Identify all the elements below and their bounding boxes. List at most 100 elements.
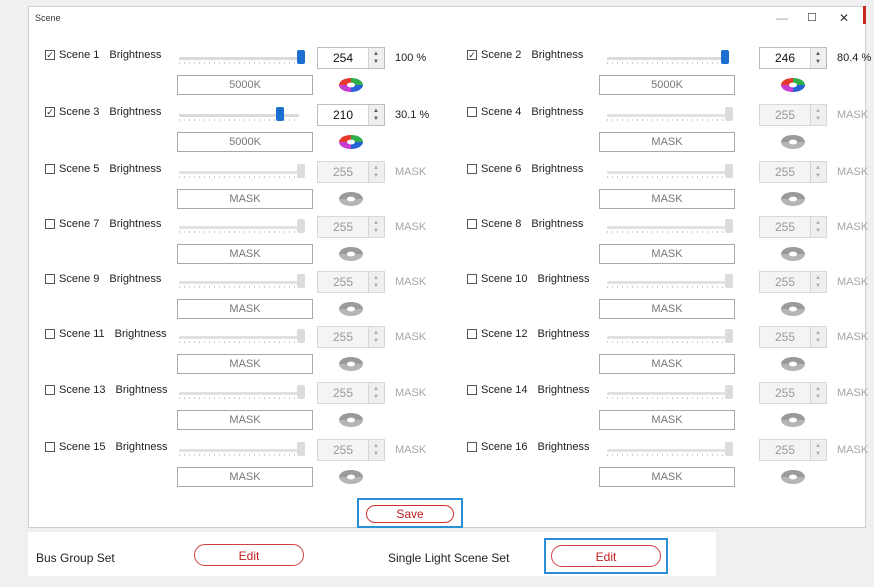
- scene-5-value-spinbox[interactable]: 255 ▲ ▼: [317, 161, 385, 183]
- slider-thumb[interactable]: [725, 164, 733, 178]
- slider-thumb[interactable]: [725, 274, 733, 288]
- scene-6-brightness-slider[interactable]: [607, 161, 733, 181]
- bus-group-edit-button[interactable]: Edit: [194, 544, 304, 566]
- spin-down-icon[interactable]: ▼: [373, 283, 379, 289]
- scene-4-brightness-slider[interactable]: [607, 104, 733, 124]
- spin-up-icon[interactable]: ▲: [373, 443, 379, 449]
- spinbox-value[interactable]: 255: [760, 443, 810, 457]
- scene-8-value-spinbox[interactable]: 255 ▲ ▼: [759, 216, 827, 238]
- scene-3-brightness-slider[interactable]: [179, 104, 305, 124]
- slider-thumb[interactable]: [725, 385, 733, 399]
- scene-12-brightness-slider[interactable]: [607, 326, 733, 346]
- scene-7-brightness-slider[interactable]: [179, 216, 305, 236]
- scene-5-brightness-slider[interactable]: [179, 161, 305, 181]
- checkbox-box[interactable]: [467, 385, 477, 395]
- spin-down-icon[interactable]: ▼: [815, 228, 821, 234]
- scene-7-color-temp[interactable]: MASK: [177, 244, 313, 264]
- slider-thumb[interactable]: [297, 50, 305, 64]
- spin-up-icon[interactable]: ▲: [373, 275, 379, 281]
- scene-11-checkbox[interactable]: Scene 11 Brightness: [45, 328, 167, 340]
- scene-14-color-temp[interactable]: MASK: [599, 410, 735, 430]
- slider-thumb[interactable]: [721, 50, 729, 64]
- scene-2-checkbox[interactable]: Scene 2 Brightness: [467, 49, 583, 61]
- save-button[interactable]: Save: [366, 505, 454, 523]
- checkbox-box[interactable]: [45, 442, 55, 452]
- scene-1-checkbox[interactable]: Scene 1 Brightness: [45, 49, 161, 61]
- scene-11-value-spinbox[interactable]: 255 ▲ ▼: [317, 326, 385, 348]
- scene-13-brightness-slider[interactable]: [179, 382, 305, 402]
- scene-8-color-temp[interactable]: MASK: [599, 244, 735, 264]
- spinbox-arrows[interactable]: ▲ ▼: [810, 162, 826, 182]
- scene-15-checkbox[interactable]: Scene 15 Brightness: [45, 441, 167, 453]
- slider-thumb[interactable]: [725, 107, 733, 121]
- scene-5-color-temp[interactable]: MASK: [177, 189, 313, 209]
- checkbox-box[interactable]: [45, 385, 55, 395]
- scene-10-checkbox[interactable]: Scene 10 Brightness: [467, 273, 589, 285]
- spin-down-icon[interactable]: ▼: [373, 59, 379, 65]
- slider-thumb[interactable]: [725, 442, 733, 456]
- slider-thumb[interactable]: [297, 329, 305, 343]
- spin-up-icon[interactable]: ▲: [373, 386, 379, 392]
- scene-2-color-temp[interactable]: 5000K: [599, 75, 735, 95]
- scene-2-brightness-slider[interactable]: [607, 47, 733, 67]
- spinbox-value[interactable]: 255: [760, 108, 810, 122]
- scene-16-value-spinbox[interactable]: 255 ▲ ▼: [759, 439, 827, 461]
- scene-15-brightness-slider[interactable]: [179, 439, 305, 459]
- spin-up-icon[interactable]: ▲: [815, 330, 821, 336]
- spinbox-arrows[interactable]: ▲ ▼: [810, 440, 826, 460]
- spinbox-arrows[interactable]: ▲ ▼: [368, 272, 384, 292]
- spin-down-icon[interactable]: ▼: [373, 173, 379, 179]
- spinbox-arrows[interactable]: ▲ ▼: [368, 162, 384, 182]
- spinbox-value[interactable]: 254: [318, 51, 368, 65]
- scene-3-value-spinbox[interactable]: 210 ▲ ▼: [317, 104, 385, 126]
- spinbox-value[interactable]: 255: [318, 220, 368, 234]
- scene-9-checkbox[interactable]: Scene 9 Brightness: [45, 273, 161, 285]
- spin-up-icon[interactable]: ▲: [815, 51, 821, 57]
- spinbox-arrows[interactable]: ▲ ▼: [810, 327, 826, 347]
- spinbox-arrows[interactable]: ▲ ▼: [368, 383, 384, 403]
- scene-2-color-wheel-icon[interactable]: [777, 75, 809, 95]
- scene-3-checkbox[interactable]: Scene 3 Brightness: [45, 106, 161, 118]
- spinbox-value[interactable]: 255: [760, 165, 810, 179]
- spinbox-value[interactable]: 255: [760, 386, 810, 400]
- spinbox-value[interactable]: 255: [318, 165, 368, 179]
- scene-12-checkbox[interactable]: Scene 12 Brightness: [467, 328, 589, 340]
- spinbox-value[interactable]: 210: [318, 108, 368, 122]
- slider-thumb[interactable]: [297, 274, 305, 288]
- spinbox-value[interactable]: 255: [760, 275, 810, 289]
- scene-3-color-temp[interactable]: 5000K: [177, 132, 313, 152]
- scene-2-value-spinbox[interactable]: 246 ▲ ▼: [759, 47, 827, 69]
- spin-up-icon[interactable]: ▲: [373, 330, 379, 336]
- checkbox-box[interactable]: [45, 219, 55, 229]
- spin-up-icon[interactable]: ▲: [373, 165, 379, 171]
- spinbox-value[interactable]: 246: [760, 51, 810, 65]
- spin-down-icon[interactable]: ▼: [373, 394, 379, 400]
- scene-9-value-spinbox[interactable]: 255 ▲ ▼: [317, 271, 385, 293]
- spinbox-value[interactable]: 255: [318, 386, 368, 400]
- spin-down-icon[interactable]: ▼: [373, 116, 379, 122]
- scene-10-brightness-slider[interactable]: [607, 271, 733, 291]
- scene-8-brightness-slider[interactable]: [607, 216, 733, 236]
- spin-down-icon[interactable]: ▼: [815, 283, 821, 289]
- spin-up-icon[interactable]: ▲: [815, 275, 821, 281]
- spin-down-icon[interactable]: ▼: [373, 338, 379, 344]
- spin-down-icon[interactable]: ▼: [373, 451, 379, 457]
- scene-1-value-spinbox[interactable]: 254 ▲ ▼: [317, 47, 385, 69]
- spinbox-arrows[interactable]: ▲ ▼: [810, 383, 826, 403]
- spinbox-value[interactable]: 255: [760, 220, 810, 234]
- scene-1-color-wheel-icon[interactable]: [335, 75, 367, 95]
- scene-15-color-temp[interactable]: MASK: [177, 467, 313, 487]
- spin-up-icon[interactable]: ▲: [815, 443, 821, 449]
- spin-up-icon[interactable]: ▲: [815, 165, 821, 171]
- scene-9-color-temp[interactable]: MASK: [177, 299, 313, 319]
- slider-thumb[interactable]: [297, 164, 305, 178]
- checkbox-box[interactable]: [467, 329, 477, 339]
- spinbox-arrows[interactable]: ▲ ▼: [368, 105, 384, 125]
- spinbox-arrows[interactable]: ▲ ▼: [368, 440, 384, 460]
- scene-15-value-spinbox[interactable]: 255 ▲ ▼: [317, 439, 385, 461]
- checkbox-box[interactable]: [467, 274, 477, 284]
- scene-14-value-spinbox[interactable]: 255 ▲ ▼: [759, 382, 827, 404]
- spin-down-icon[interactable]: ▼: [815, 451, 821, 457]
- scene-9-brightness-slider[interactable]: [179, 271, 305, 291]
- scene-13-checkbox[interactable]: Scene 13 Brightness: [45, 384, 167, 396]
